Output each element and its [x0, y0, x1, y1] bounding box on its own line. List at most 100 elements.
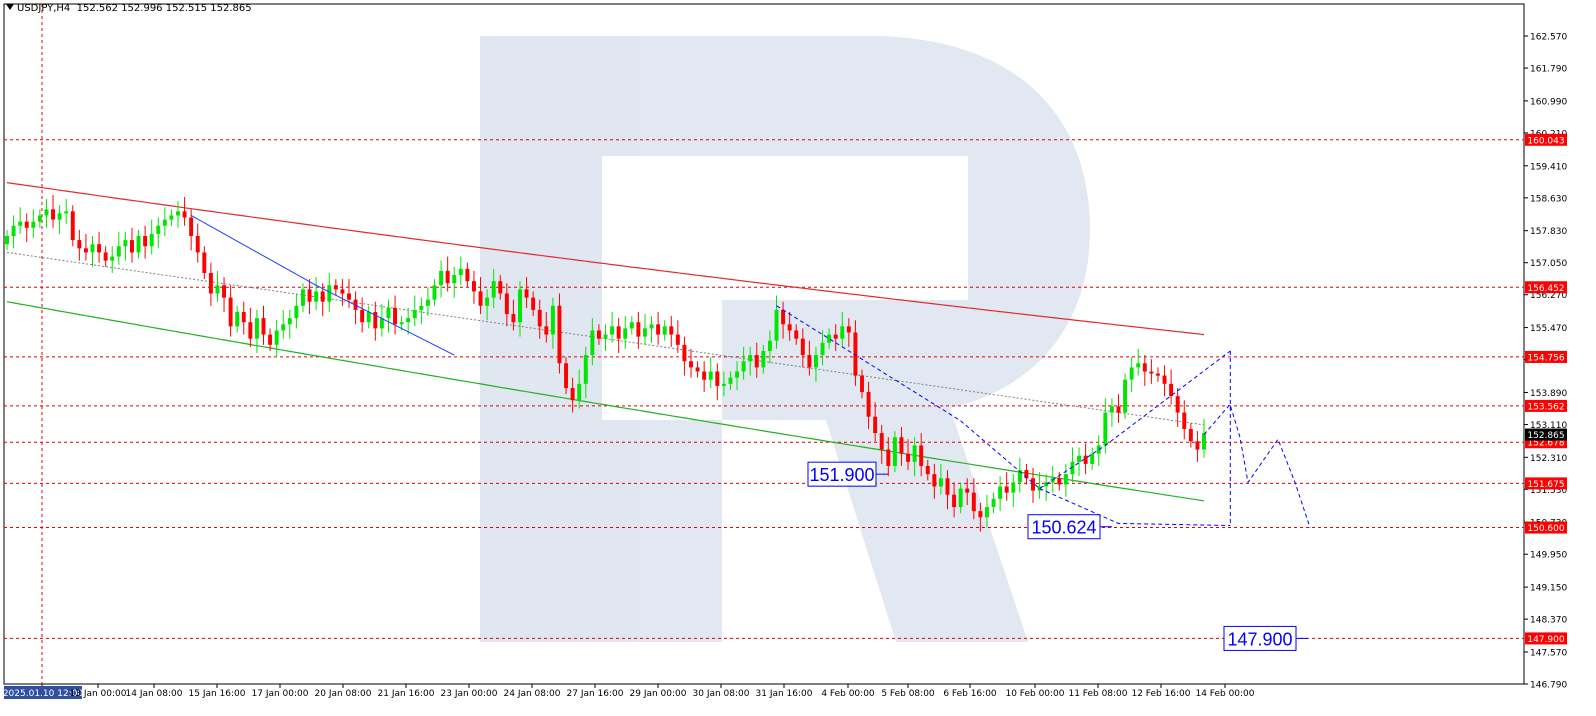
candle-body	[827, 334, 832, 343]
dropdown-triangle-icon[interactable]	[6, 4, 14, 10]
candle-body	[149, 233, 154, 247]
candle-body	[557, 305, 562, 364]
candle-body	[616, 326, 621, 339]
candle-body	[564, 363, 569, 388]
price-tick-label: 155.470	[1530, 324, 1567, 334]
candle-body	[1182, 412, 1187, 429]
candle-body	[978, 511, 983, 518]
price-callout: 150.624	[1027, 514, 1112, 540]
candle-body	[879, 433, 884, 450]
candle-body	[471, 281, 476, 292]
candle-body	[873, 416, 878, 434]
candle-body	[728, 377, 733, 384]
candle-body	[846, 326, 851, 333]
candle-body	[222, 285, 227, 298]
candle-body	[781, 309, 786, 325]
candle-body	[787, 324, 792, 331]
candle-body	[689, 361, 693, 368]
price-level-label: 151.675	[1525, 477, 1567, 490]
candle-body	[439, 270, 444, 286]
current-price-text: 152.865	[1527, 431, 1564, 441]
price-level-label-text: 160.043	[1527, 136, 1564, 146]
price-level-label-text: 154.756	[1527, 353, 1564, 363]
candle-body	[912, 445, 917, 462]
price-callout: 147.900	[1223, 625, 1308, 651]
candle-body	[649, 324, 654, 329]
candle-body	[754, 355, 759, 368]
candle-body	[610, 326, 615, 335]
candle-body	[445, 270, 450, 284]
chart-canvas[interactable]: 151.900 150.624 147.900 162.570 161.790 160.9…	[0, 0, 1596, 716]
candle-body	[774, 309, 779, 341]
price-callout: 151.900	[807, 461, 888, 487]
candle-body	[228, 297, 233, 327]
candle-body	[169, 215, 174, 220]
candle-body	[156, 225, 161, 234]
callout-label: 150.624	[1031, 518, 1096, 538]
candle-body	[51, 209, 56, 220]
candle-body	[314, 291, 319, 302]
time-tick-label: 4 Feb 00:00	[821, 689, 875, 699]
candle-body	[491, 281, 496, 298]
callout-label: 147.900	[1227, 629, 1292, 649]
candle-body	[623, 328, 628, 339]
time-axis: 2025.01.10 12:0013 Jan 00:00 14 Jan 08:00…	[3, 684, 1255, 699]
candle-body	[327, 285, 332, 302]
candle	[70, 205, 75, 247]
candle-body	[425, 299, 430, 306]
price-tick-label: 153.890	[1530, 389, 1567, 399]
candle-body	[1149, 371, 1154, 374]
candle-body	[320, 291, 325, 302]
price-level-label: 160.043	[1525, 133, 1567, 146]
candle-body	[1202, 433, 1206, 450]
price-tick-label: 157.830	[1530, 227, 1567, 237]
candle-body	[110, 256, 115, 261]
candle-body	[833, 334, 838, 339]
candle-body	[1004, 486, 1009, 493]
candle-body	[642, 328, 647, 337]
candle-body	[583, 355, 588, 384]
time-tick-label: 11 Feb 08:00	[1068, 689, 1127, 699]
candle-body	[1175, 396, 1180, 413]
price-chart[interactable]: 151.900 150.624 147.900 162.570 161.790 160.9…	[0, 0, 1596, 716]
candle-body	[741, 361, 746, 372]
candle	[1123, 373, 1128, 419]
candle-body	[143, 236, 148, 247]
price-level-label: 150.600	[1525, 521, 1567, 534]
candle-body	[767, 340, 772, 351]
candle-body	[208, 272, 213, 294]
candle-body	[202, 252, 207, 273]
candle-body	[906, 453, 911, 462]
candle-body	[971, 492, 976, 512]
price-level-label-text: 151.675	[1527, 480, 1564, 490]
time-tick-label: 27 Jan 16:00	[567, 689, 624, 699]
time-tick-label: 17 Jan 00:00	[252, 689, 309, 699]
price-tick-label: 148.370	[1530, 616, 1567, 626]
candle-body	[998, 486, 1003, 499]
candle-body	[44, 209, 49, 216]
candle-body	[176, 211, 180, 216]
candle-body	[1129, 367, 1134, 380]
time-tick-label: 15 Jan 16:00	[189, 689, 246, 699]
candle-body	[97, 244, 102, 253]
candle-body	[11, 225, 16, 237]
candle-body	[590, 330, 595, 356]
time-tick-label: 12 Feb 16:00	[1131, 689, 1190, 699]
candle-body	[945, 478, 950, 495]
candle-body	[570, 387, 575, 401]
price-tick-label: 159.410	[1530, 162, 1567, 172]
candle-body	[287, 318, 292, 325]
candle-body	[64, 211, 69, 214]
candle-body	[662, 326, 667, 335]
candle-body	[419, 305, 424, 310]
time-tick-label: 31 Jan 16:00	[756, 689, 813, 699]
candle-body	[1103, 412, 1108, 446]
candle-body	[537, 309, 542, 327]
time-tick-label: 6 Feb 16:00	[943, 689, 997, 699]
candle-body	[274, 330, 279, 345]
time-tick-label: 29 Jan 00:00	[630, 689, 687, 699]
candle-body	[629, 322, 634, 329]
candle-body	[511, 314, 516, 323]
candle-body	[432, 285, 437, 300]
candle-body	[254, 318, 259, 339]
